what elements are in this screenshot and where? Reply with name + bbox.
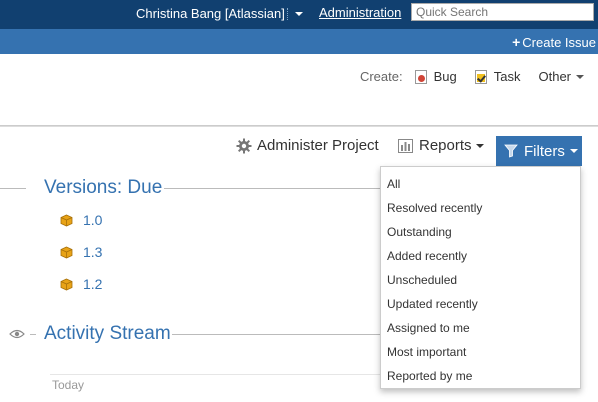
versions-due-heading: Versions: Due <box>44 177 163 198</box>
create-task-button[interactable]: Task <box>474 69 521 84</box>
package-icon <box>60 278 73 290</box>
create-label: Create: <box>359 69 403 84</box>
create-other-label: Other <box>538 69 571 84</box>
activity-divider <box>50 374 380 375</box>
user-menu[interactable]: Christina Bang [Atlassian] <box>136 6 285 21</box>
filter-option-added-recently[interactable]: Added recently <box>387 249 467 263</box>
chevron-down-icon <box>475 143 484 148</box>
filter-option-assigned-to-me[interactable]: Assigned to me <box>387 321 470 335</box>
section-divider <box>164 188 380 189</box>
version-item[interactable]: 1.3 <box>60 244 102 260</box>
quick-search-input[interactable] <box>411 3 594 21</box>
package-icon <box>60 246 73 258</box>
filter-option-most-important[interactable]: Most important <box>387 345 466 359</box>
reports-icon <box>398 138 413 153</box>
task-icon <box>474 69 487 84</box>
section-divider <box>30 334 36 335</box>
administer-project-button[interactable]: Administer Project <box>236 137 379 154</box>
section-divider <box>0 188 26 189</box>
filters-dropdown-menu: All Resolved recently Outstanding Added … <box>380 166 581 389</box>
create-other-button[interactable]: Other <box>538 69 584 84</box>
filter-option-unscheduled[interactable]: Unscheduled <box>387 273 457 287</box>
version-link[interactable]: 1.2 <box>83 276 102 292</box>
user-menu-separator <box>287 8 289 20</box>
reports-button[interactable]: Reports <box>398 137 484 154</box>
bug-icon <box>414 69 427 84</box>
create-bug-button[interactable]: Bug <box>414 69 457 84</box>
create-task-label: Task <box>493 69 521 84</box>
create-issue-label: Create Issue <box>522 35 596 50</box>
filter-option-all[interactable]: All <box>387 177 400 191</box>
version-link[interactable]: 1.3 <box>83 244 102 260</box>
gear-icon <box>236 138 252 153</box>
create-bug-label: Bug <box>433 69 457 84</box>
eye-icon[interactable] <box>9 328 25 340</box>
reports-label: Reports <box>419 137 472 154</box>
activity-stream-heading: Activity Stream <box>44 323 171 344</box>
filters-button[interactable]: Filters <box>496 136 582 166</box>
filter-option-outstanding[interactable]: Outstanding <box>387 225 452 239</box>
administration-link[interactable]: Administration <box>319 5 401 20</box>
section-divider <box>172 334 380 335</box>
version-item[interactable]: 1.2 <box>60 276 102 292</box>
top-navigation-bar: Christina Bang [Atlassian] Administratio… <box>0 0 598 29</box>
version-item[interactable]: 1.0 <box>60 212 102 228</box>
filters-label: Filters <box>524 142 565 160</box>
version-link[interactable]: 1.0 <box>83 212 102 228</box>
create-shortcuts: Create: Bug Task Other <box>360 69 584 84</box>
plus-icon: + <box>512 34 521 50</box>
create-issue-button[interactable]: + Create Issue <box>512 34 596 50</box>
secondary-nav-bar: + Create Issue <box>0 29 598 54</box>
funnel-icon <box>504 144 518 158</box>
project-header: Create: Bug Task Other <box>0 54 598 126</box>
chevron-down-icon <box>576 74 584 79</box>
package-icon <box>60 214 73 226</box>
user-menu-dropdown-icon[interactable] <box>295 12 303 16</box>
filter-option-reported-by-me[interactable]: Reported by me <box>387 369 472 383</box>
filter-option-resolved-recently[interactable]: Resolved recently <box>387 201 482 215</box>
activity-today-label: Today <box>52 378 85 392</box>
filter-option-updated-recently[interactable]: Updated recently <box>387 297 478 311</box>
administer-project-label: Administer Project <box>257 137 379 154</box>
chevron-down-icon <box>569 149 578 153</box>
